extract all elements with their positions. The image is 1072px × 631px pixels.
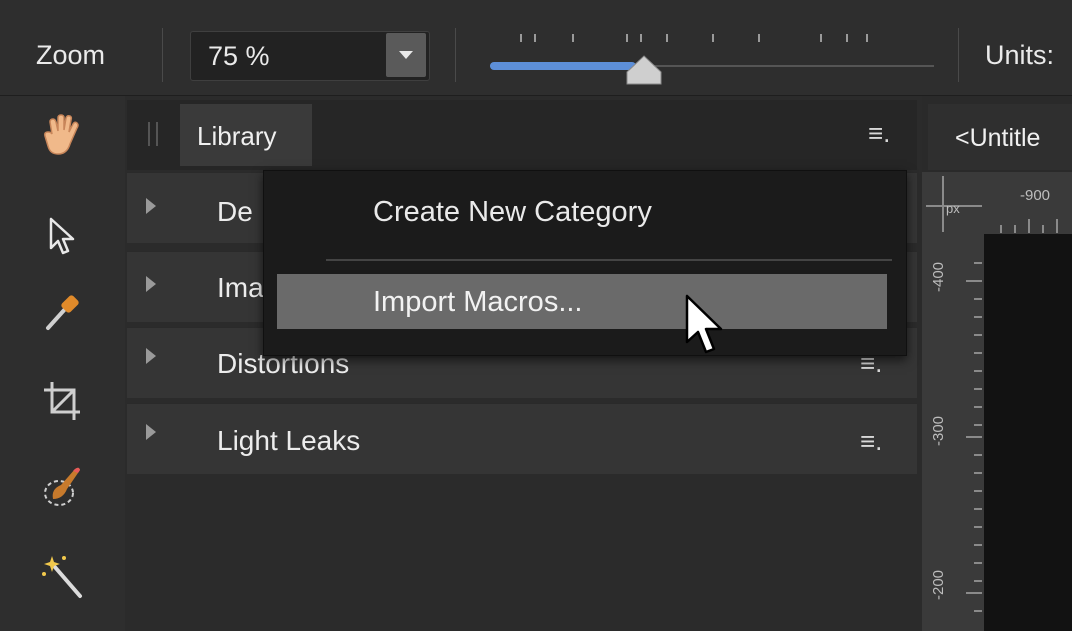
ruler-tick [1028,219,1030,233]
slider-tick [640,34,642,42]
category-label: De [217,196,253,227]
zoom-label: Zoom [36,40,106,70]
hand-icon [44,114,79,155]
toolbar-divider [455,28,456,82]
hand-tool[interactable] [38,112,86,160]
move-tool[interactable] [38,212,86,260]
slider-tick [626,34,628,42]
ruler-tick [974,334,982,336]
slider-tick [846,34,848,42]
toolbar-divider [958,28,959,82]
ruler-tick [1014,225,1016,233]
ruler-tick [974,352,982,354]
expand-arrow-icon[interactable] [146,276,156,292]
category-label: Light Leaks [217,425,361,456]
menu-item-import-macros[interactable]: Import Macros... [373,286,583,319]
expand-arrow-icon[interactable] [146,198,156,214]
slider-tick [666,34,668,42]
ruler-tick [974,262,982,264]
ruler-tick [974,544,982,546]
brush-selection-icon [44,467,80,506]
zoom-slider-fill [490,62,636,70]
ruler-tick [1042,225,1044,233]
context-toolbar [0,0,1072,96]
ruler-v-label: -300 [930,415,947,446]
expand-arrow-icon[interactable] [146,424,156,440]
ruler-tick [974,526,982,528]
eyedropper-icon [46,295,79,330]
ruler-unit-label: px [946,201,960,216]
color-picker-tool[interactable] [38,288,86,336]
ruler-v-label: -400 [930,261,947,292]
pointer-arrow-icon [49,217,75,255]
panel-menu-icon[interactable]: ≡. [868,118,890,149]
ruler-tick [974,508,982,510]
mouse-cursor-icon [685,294,723,354]
zoom-dropdown-button[interactable] [386,33,426,77]
category-menu-icon[interactable]: ≡. [860,426,882,457]
ruler-tick [974,406,982,408]
category-label: Ima [217,272,264,303]
slider-tick [820,34,822,42]
ruler-tick [966,436,982,438]
tools-panel [0,96,125,631]
document-canvas[interactable] [984,234,1072,631]
panel-grip-handle[interactable] [148,122,158,146]
ruler-tick [1000,225,1002,233]
magic-wand-icon [42,556,82,598]
crop-icon [44,382,80,420]
zoom-slider-thumb[interactable] [625,54,663,86]
slider-tick [758,34,760,42]
ruler-tick [1056,219,1058,233]
ruler-tick [974,370,982,372]
selection-brush-tool[interactable] [38,462,86,510]
ruler-tick [974,490,982,492]
ruler-tick [974,472,982,474]
ruler-tick [974,316,982,318]
menu-item-create-new-category[interactable]: Create New Category [373,196,652,229]
ruler-tick [966,280,982,282]
tab-library-label: Library [197,121,277,151]
ruler-origin-line [942,176,944,232]
slider-tick [572,34,574,42]
expand-arrow-icon[interactable] [146,348,156,364]
zoom-value[interactable]: 75 % [208,41,270,72]
ruler-tick [974,424,982,426]
slider-tick [534,34,536,42]
document-tab-title: <Untitle [955,124,1041,152]
flood-select-tool[interactable] [38,552,86,600]
menu-separator [326,259,892,261]
ruler-tick [966,592,982,594]
units-label: Units: [985,40,1055,70]
ruler-tick [974,580,982,582]
toolbar-divider [162,28,163,82]
ruler-tick [974,454,982,456]
slider-tick [866,34,868,42]
ruler-tick [974,388,982,390]
ruler-h-label: -900 [1020,187,1051,204]
ruler-tick [974,610,982,612]
ruler-v-label: -200 [930,569,947,600]
crop-tool[interactable] [38,378,86,426]
slider-tick [520,34,522,42]
slider-tick [712,34,714,42]
ruler-tick [974,298,982,300]
ruler-tick [974,562,982,564]
